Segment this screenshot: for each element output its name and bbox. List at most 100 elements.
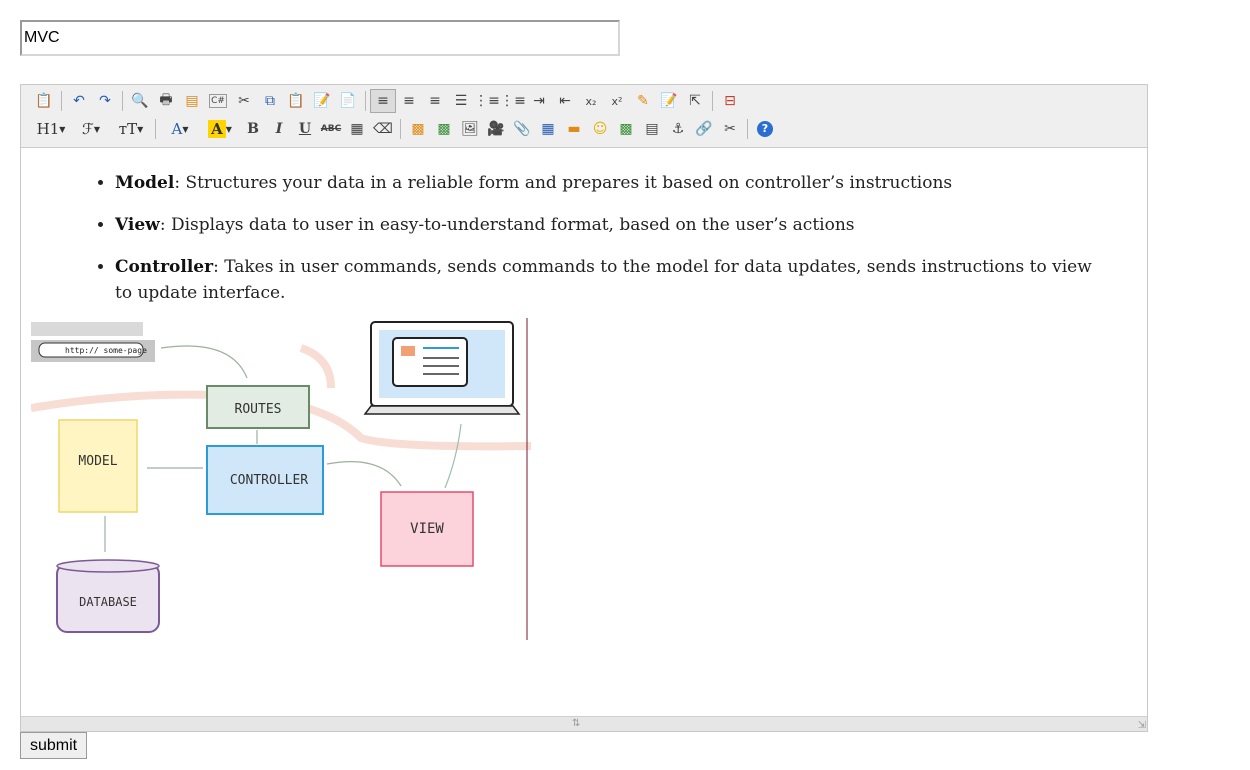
horizontal-rule-button[interactable]: ▬ bbox=[561, 117, 587, 141]
strikethrough-icon: ABC bbox=[320, 124, 342, 134]
subscript-button[interactable]: x₂ bbox=[578, 89, 604, 113]
outdent-button[interactable]: ⇤ bbox=[552, 89, 578, 113]
help-button[interactable]: ? bbox=[752, 117, 778, 141]
bulleted-list-button[interactable]: ⋮≡ bbox=[500, 89, 526, 113]
mvc-list: Model: Structures your data in a reliabl… bbox=[21, 170, 1095, 322]
list-item-term: View bbox=[115, 215, 160, 235]
cut-button[interactable]: ✂ bbox=[231, 89, 257, 113]
italic-icon: I bbox=[275, 121, 283, 137]
printer-icon: 🖶 bbox=[159, 92, 173, 108]
url-text: http:// some-page bbox=[65, 346, 147, 355]
model-label: MODEL bbox=[78, 454, 117, 469]
print-button[interactable]: 🖶 bbox=[153, 89, 179, 113]
spellcheck-button[interactable]: 📝 bbox=[656, 89, 682, 113]
preview-button[interactable]: 🔍 bbox=[127, 89, 153, 113]
templates-button[interactable]: ▤ bbox=[179, 89, 205, 113]
list-item: Model: Structures your data in a reliabl… bbox=[115, 170, 1095, 196]
toolbar-separator bbox=[365, 91, 366, 111]
underline-button[interactable]: U bbox=[292, 117, 318, 141]
image-edit-icon: 🖼 bbox=[461, 121, 479, 137]
paste-text-button[interactable]: 📝 bbox=[309, 89, 335, 113]
page-break-button[interactable]: ▤ bbox=[639, 117, 665, 141]
horizontal-rule-icon: ▬ bbox=[567, 121, 581, 137]
gallery-button[interactable]: ▩ bbox=[613, 117, 639, 141]
submit-button[interactable]: submit bbox=[20, 732, 88, 759]
redo-button[interactable]: ↷ bbox=[92, 89, 118, 113]
link-button[interactable]: 🔗 bbox=[691, 117, 717, 141]
title-input[interactable] bbox=[20, 20, 620, 56]
underline-icon: U bbox=[298, 121, 312, 137]
paste-icon: 📋 bbox=[287, 93, 305, 109]
source-icon: C# bbox=[209, 94, 227, 108]
insert-image-button[interactable]: ▩ bbox=[405, 117, 431, 141]
editor-content[interactable]: Model: Structures your data in a reliabl… bbox=[21, 148, 1147, 716]
editor-toolbar: 📋 ↶ ↷ 🔍 🖶 ▤ C# ✂ ⧉ 📋 📝 📄 ≡ ≡ ≡ ☰ ⋮≡ ⋮≡ ⇥… bbox=[21, 85, 1147, 148]
highlight-dropdown[interactable]: A ▼ bbox=[200, 117, 240, 141]
unlink-button[interactable]: ✂ bbox=[717, 117, 743, 141]
outdent-icon: ⇤ bbox=[559, 93, 571, 109]
list-item: Controller: Takes in user commands, send… bbox=[115, 254, 1095, 306]
help-icon: ? bbox=[757, 121, 773, 137]
source-button[interactable]: C# bbox=[205, 89, 231, 113]
toolbar-separator bbox=[61, 91, 62, 111]
font-size-dropdown[interactable]: ᴛT ▼ bbox=[111, 117, 151, 141]
eraser-button[interactable]: ⌫ bbox=[370, 117, 396, 141]
remove-format-button[interactable]: ✎ bbox=[630, 89, 656, 113]
toolbar-row-2: H1 ▼ ℱ ▼ ᴛT ▼ A ▼ A ▼ B I U ABC ▦ ⌫ ▩ ▩ 🖼 🎥 📎… bbox=[31, 116, 778, 142]
font-dropdown[interactable]: ℱ ▼ bbox=[71, 117, 111, 141]
link-icon: 🔗 bbox=[695, 121, 713, 137]
corner-resize-icon[interactable]: ⇲ bbox=[1138, 720, 1146, 731]
image-add-icon: ▩ bbox=[437, 121, 451, 137]
toolbar-separator bbox=[155, 119, 156, 139]
list-item: View: Displays data to user in easy-to-u… bbox=[115, 212, 1095, 238]
subscript-icon: x₂ bbox=[585, 94, 597, 108]
justify-button[interactable]: ☰ bbox=[448, 89, 474, 113]
table-grid-button[interactable]: ▦ bbox=[344, 117, 370, 141]
anchor-button[interactable]: ⚓ bbox=[665, 117, 691, 141]
chevron-down-icon: ▼ bbox=[225, 124, 232, 134]
paperclip-icon: 📎 bbox=[513, 121, 531, 137]
editor-resize-bar[interactable]: ⇅ ⇲ bbox=[21, 716, 1147, 731]
chevron-down-icon: ▼ bbox=[182, 124, 189, 134]
strikethrough-button[interactable]: ABC bbox=[318, 117, 344, 141]
align-right-icon: ≡ bbox=[429, 93, 441, 109]
spellcheck-icon: 📝 bbox=[660, 93, 678, 109]
maximize-button[interactable]: ⊟ bbox=[717, 89, 743, 113]
select-button[interactable]: ⇱ bbox=[682, 89, 708, 113]
undo-button[interactable]: ↶ bbox=[66, 89, 92, 113]
insert-table-button[interactable]: ▦ bbox=[535, 117, 561, 141]
laptop-base bbox=[363, 405, 521, 415]
paste-button[interactable]: 📋 bbox=[283, 89, 309, 113]
toolbar-separator bbox=[122, 91, 123, 111]
anchor-icon: ⚓ bbox=[671, 121, 685, 137]
align-center-button[interactable]: ≡ bbox=[396, 89, 422, 113]
list-item-text: : Displays data to user in easy-to-under… bbox=[159, 215, 855, 235]
emoji-button[interactable]: ☺ bbox=[587, 117, 613, 141]
indent-button[interactable]: ⇥ bbox=[526, 89, 552, 113]
arrow-url-to-routes bbox=[160, 345, 248, 379]
justify-icon: ☰ bbox=[454, 93, 468, 109]
bold-button[interactable]: B bbox=[240, 117, 266, 141]
video-button[interactable]: 🎥 bbox=[483, 117, 509, 141]
insert-image-alt-button[interactable]: ▩ bbox=[431, 117, 457, 141]
clipboard-icon: 📋 bbox=[35, 93, 53, 109]
attach-button[interactable]: 📎 bbox=[509, 117, 535, 141]
superscript-button[interactable]: x² bbox=[604, 89, 630, 113]
numbered-list-button[interactable]: ⋮≡ bbox=[474, 89, 500, 113]
font-color-dropdown[interactable]: A ▼ bbox=[160, 117, 200, 141]
align-right-button[interactable]: ≡ bbox=[422, 89, 448, 113]
new-page-button[interactable]: 📋 bbox=[31, 89, 57, 113]
font-color-icon: A bbox=[171, 120, 183, 138]
eraser-icon: ⌫ bbox=[373, 121, 393, 137]
database-label: DATABASE bbox=[79, 595, 137, 609]
italic-button[interactable]: I bbox=[266, 117, 292, 141]
grid-icon: ▦ bbox=[350, 121, 364, 137]
align-left-button[interactable]: ≡ bbox=[370, 89, 396, 113]
toolbar-separator bbox=[712, 91, 713, 111]
resize-grip-icon[interactable]: ⇅ bbox=[572, 718, 580, 729]
copy-button[interactable]: ⧉ bbox=[257, 89, 283, 113]
gallery-icon: ▩ bbox=[619, 121, 633, 137]
image-edit-button[interactable]: 🖼 bbox=[457, 117, 483, 141]
paste-word-button[interactable]: 📄 bbox=[335, 89, 361, 113]
heading-dropdown[interactable]: H1 ▼ bbox=[31, 117, 71, 141]
